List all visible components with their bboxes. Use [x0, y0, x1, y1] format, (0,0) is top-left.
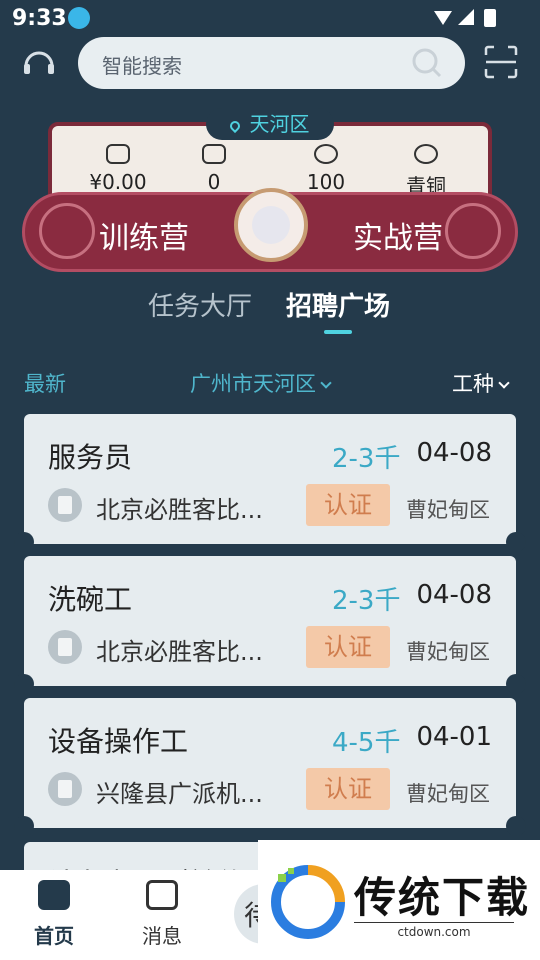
location-pin-icon — [228, 118, 243, 134]
nav-messages[interactable]: 消息 — [122, 880, 202, 949]
tab-task-hall[interactable]: 任务大厅 — [148, 286, 252, 323]
stat-rank[interactable]: 青铜 — [376, 144, 476, 199]
watermark: 传统下载 ctdown.com — [258, 840, 540, 960]
status-bar: 9:33 — [0, 0, 540, 36]
filter-latest[interactable]: 最新 — [24, 368, 66, 398]
job-salary: 2-3千 — [332, 586, 401, 616]
filter-area[interactable]: 广州市天河区 — [190, 368, 332, 398]
job-title: 设备操作工 — [48, 725, 189, 758]
company-name: 北京必胜客比... — [96, 638, 263, 666]
signal-battery-icon — [434, 9, 496, 27]
customer-service-icon[interactable] — [20, 44, 58, 82]
stat-hours[interactable]: 0 — [164, 144, 264, 194]
stat-value: ¥0.00 — [89, 170, 147, 194]
stat-balance[interactable]: ¥0.00 — [68, 144, 168, 194]
message-icon — [146, 880, 178, 910]
chevron-down-icon — [320, 377, 332, 389]
scan-icon[interactable] — [484, 45, 518, 79]
hours-icon — [202, 144, 226, 164]
filter-area-label: 广州市天河区 — [190, 372, 316, 396]
job-salary: 2-3千 — [332, 444, 401, 474]
location-selector[interactable]: 天河区 — [206, 108, 334, 140]
job-salary: 4-5千 — [332, 728, 401, 758]
company-icon — [48, 488, 82, 522]
filter-job-type[interactable]: 工种 — [452, 368, 510, 398]
download-icon — [68, 7, 90, 29]
battle-camp-button[interactable]: 实战营 — [353, 213, 443, 257]
tab-recruitment-square[interactable]: 招聘广场 — [286, 286, 390, 323]
verified-badge: 认证 — [306, 626, 390, 668]
district-label: 天河区 — [249, 112, 310, 136]
job-title: 服务员 — [48, 441, 133, 474]
filter-job-type-label: 工种 — [452, 372, 494, 396]
search-input[interactable]: 智能搜索 — [78, 37, 465, 89]
wallet-icon — [106, 144, 130, 164]
watermark-logo-icon — [271, 865, 345, 939]
job-card[interactable]: 服务员 2-3千 04-08 北京必胜客比... 认证 曹妃甸区 — [14, 414, 526, 552]
stat-points[interactable]: 100 — [276, 144, 376, 194]
mascot-face-icon — [252, 206, 290, 244]
job-card[interactable]: 设备操作工 4-5千 04-01 兴隆县广派机... 认证 曹妃甸区 — [14, 698, 526, 836]
mascot-avatar[interactable] — [234, 188, 308, 262]
company-name: 兴隆县广派机... — [96, 780, 263, 808]
stat-value: 100 — [306, 170, 346, 194]
job-date: 04-08 — [416, 438, 492, 468]
nav-messages-label: 消息 — [142, 924, 182, 948]
verified-badge: 认证 — [306, 768, 390, 810]
verified-badge: 认证 — [306, 484, 390, 526]
watermark-brand: 传统下载 — [354, 873, 531, 922]
clock: 9:33 — [12, 6, 67, 31]
job-title: 洗碗工 — [48, 583, 133, 616]
star-points-icon — [314, 144, 338, 164]
watermark-url: ctdown.com — [354, 922, 514, 939]
company-icon — [48, 630, 82, 664]
training-camp-button[interactable]: 训练营 — [99, 213, 189, 257]
job-date: 04-08 — [416, 580, 492, 610]
search-icon[interactable] — [411, 47, 443, 79]
stat-value: 0 — [207, 170, 221, 194]
tab-bar: 任务大厅 招聘广场 — [0, 286, 540, 330]
job-date: 04-01 — [416, 722, 492, 752]
company-icon — [48, 772, 82, 806]
company-name: 北京必胜客比... — [96, 496, 263, 524]
filter-row: 最新 广州市天河区 工种 — [0, 366, 540, 398]
status-icons — [432, 7, 502, 33]
job-district: 曹妃甸区 — [406, 640, 490, 664]
nav-home-label: 首页 — [34, 924, 74, 948]
ornament-icon — [39, 203, 95, 259]
active-tab-indicator — [324, 330, 352, 334]
job-card[interactable]: 洗碗工 2-3千 04-08 北京必胜客比... 认证 曹妃甸区 — [14, 556, 526, 694]
home-icon — [38, 880, 70, 910]
job-district: 曹妃甸区 — [406, 498, 490, 522]
job-district: 曹妃甸区 — [406, 782, 490, 806]
rank-badge-icon — [414, 144, 438, 164]
search-placeholder: 智能搜索 — [102, 54, 182, 78]
nav-home[interactable]: 首页 — [14, 880, 94, 949]
chevron-down-icon — [498, 377, 510, 389]
ornament-icon — [445, 203, 501, 259]
